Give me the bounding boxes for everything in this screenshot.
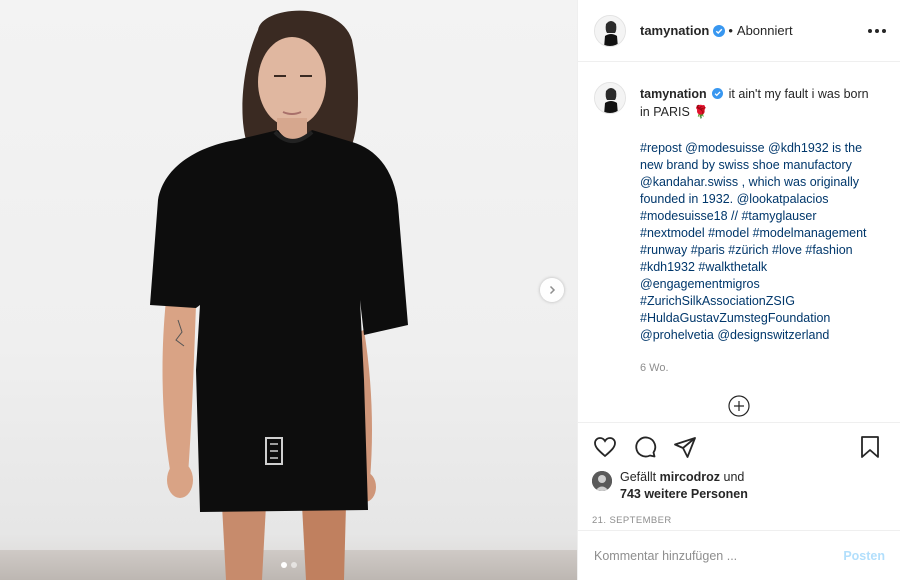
comment-input[interactable] (594, 548, 836, 563)
avatar-silhouette-icon (595, 83, 625, 113)
caption-body[interactable]: #repost @modesuisse @kdh1932 is the new … (640, 140, 870, 344)
liker-username[interactable]: mircodroz (660, 470, 720, 484)
caption-row: tamynation it ain't my fault i was born … (594, 82, 884, 377)
comment-bar: Posten (578, 530, 900, 580)
caption-text-block: tamynation it ain't my fault i was born … (640, 86, 870, 377)
header-separator: • (728, 23, 733, 38)
likes-text: Gefällt mircodroz und 743 weitere Person… (620, 469, 748, 503)
action-icons-row (592, 433, 887, 461)
post-comment-button[interactable]: Posten (843, 549, 885, 563)
post-photo[interactable] (0, 0, 577, 580)
likes-others-link[interactable]: 743 weitere Personen (620, 487, 748, 501)
caption-avatar[interactable] (594, 82, 626, 114)
carousel-next-icon (549, 285, 556, 295)
follow-status-button[interactable]: Abonniert (737, 23, 793, 38)
likes-summary: Gefällt mircodroz und 743 weitere Person… (592, 469, 887, 503)
share-button[interactable] (672, 434, 698, 460)
like-button[interactable] (592, 434, 618, 460)
comment-icon (635, 436, 657, 458)
carousel-next-button[interactable] (540, 278, 564, 302)
avatar-silhouette-icon (595, 15, 625, 46)
post-header: tamynation • Abonniert (578, 0, 900, 62)
liker-avatar[interactable] (592, 471, 612, 491)
author-username[interactable]: tamynation (640, 23, 709, 38)
likes-prefix: Gefällt (620, 470, 660, 484)
comments-section: tamynation it ain't my fault i was born … (578, 62, 900, 422)
model-illustration (150, 10, 408, 580)
save-button[interactable] (857, 434, 883, 460)
carousel-indicator (0, 562, 577, 568)
comment-button[interactable] (632, 434, 658, 460)
caption-username[interactable]: tamynation (640, 87, 707, 101)
avatar-silhouette-icon (592, 471, 612, 491)
share-icon (674, 437, 696, 458)
carousel-dot-active (280, 562, 287, 568)
author-avatar[interactable] (594, 14, 626, 47)
bookmark-icon (861, 436, 879, 458)
heart-icon (594, 437, 616, 458)
likes-connector: und (720, 470, 745, 484)
caption-timestamp[interactable]: 6 Wo. (640, 360, 870, 377)
post-date[interactable]: 21. SEPTEMBER (592, 515, 887, 526)
post-actions: Gefällt mircodroz und 743 weitere Person… (578, 422, 900, 526)
more-options-icon[interactable] (868, 23, 886, 39)
post-side-panel: tamynation • Abonniert tamynation it ain… (577, 0, 900, 580)
verified-badge-icon (713, 24, 726, 37)
load-more-comments-button[interactable] (728, 395, 750, 417)
carousel-dot (290, 562, 297, 568)
verified-badge-icon (712, 87, 724, 104)
load-more-icon (728, 395, 750, 417)
